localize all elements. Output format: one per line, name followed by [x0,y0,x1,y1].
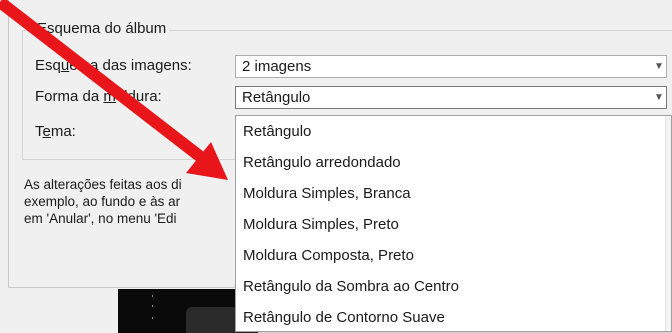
theme-label: Tema: [35,123,76,140]
frame-option-rounded-rectangle[interactable]: Retângulo arredondado [236,147,671,178]
frame-option-soft-edge[interactable]: Retângulo de Contorno Suave [236,302,671,333]
frame-shape-label: Forma da moldura: [35,88,162,105]
description-line: exemplo, ao fundo e às ar [24,194,181,209]
chevron-down-icon[interactable]: ▼ [652,87,666,108]
picture-layout-select[interactable]: 2 imagens ▼ [235,55,667,78]
frame-shape-value: Retângulo [242,89,311,106]
description-line: em 'Anular', no menu 'Edi [24,211,177,226]
frame-option-simple-black[interactable]: Moldura Simples, Preto [236,209,671,240]
frame-shape-select[interactable]: Retângulo ▼ [235,86,667,109]
dropdown-scrollbar[interactable] [665,116,671,331]
description-line: As alterações feitas aos di [24,177,182,192]
frame-shape-dropdown-list: Retângulo Retângulo arredondado Moldura … [235,115,672,332]
frame-option-simple-white[interactable]: Moldura Simples, Branca [236,178,671,209]
group-title: Esquema do álbum [34,20,170,37]
picture-layout-label: Esquema das imagens: [35,57,192,74]
frame-option-rectangle[interactable]: Retângulo [236,116,671,147]
frame-option-center-shadow[interactable]: Retângulo da Sombra ao Centro [236,271,671,302]
picture-layout-value: 2 imagens [242,58,312,75]
frame-option-compound-black[interactable]: Moldura Composta, Preto [236,240,671,271]
changes-description: As alterações feitas aos di exemplo, ao … [24,176,182,227]
chevron-down-icon[interactable]: ▼ [652,56,666,77]
